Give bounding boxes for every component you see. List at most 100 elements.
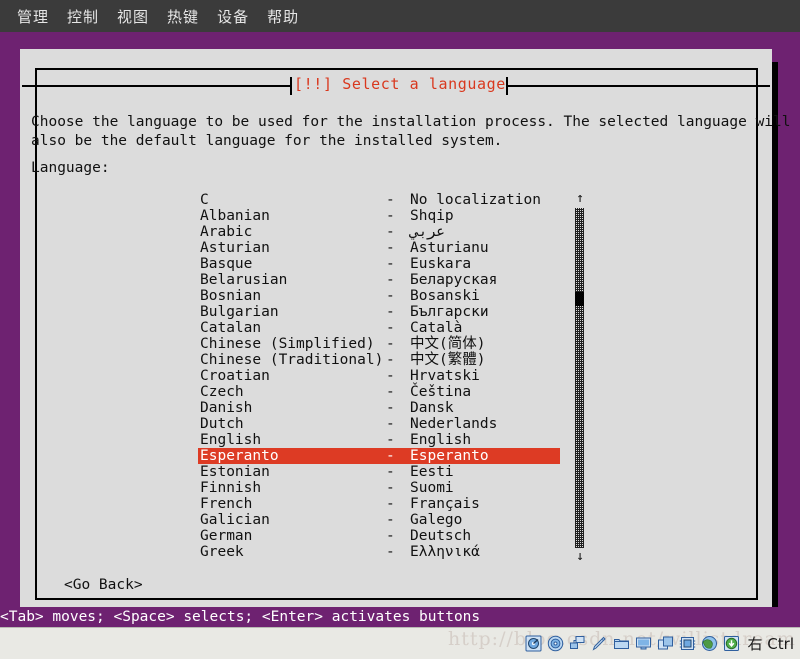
language-name: Dutch: [200, 416, 244, 432]
language-list-item[interactable]: Galician -Galego: [198, 512, 560, 528]
menu-item-help[interactable]: 帮助: [258, 4, 308, 29]
language-separator: -: [386, 416, 395, 432]
language-list-item[interactable]: Basque-Euskara: [198, 256, 560, 272]
language-list-item[interactable]: Czech -Čeština: [198, 384, 560, 400]
language-separator: -: [386, 368, 395, 384]
language-native-name: Euskara: [410, 256, 471, 272]
language-name: English: [200, 432, 261, 448]
scroll-up-arrow-icon[interactable]: ↑: [572, 192, 588, 206]
language-name: Chinese (Simplified): [200, 336, 375, 352]
menu-item-control[interactable]: 控制: [58, 4, 108, 29]
language-list-item[interactable]: Croatian-Hrvatski: [198, 368, 560, 384]
language-list-item[interactable]: French-Français: [198, 496, 560, 512]
dialog-title: [!!] Select a language: [0, 75, 800, 93]
scroll-down-arrow-icon[interactable]: ↓: [572, 550, 588, 564]
language-list-item[interactable]: Danish-Dansk: [198, 400, 560, 416]
shared-folder-icon[interactable]: [613, 635, 630, 652]
language-name: Belarusian: [200, 272, 287, 288]
language-list[interactable]: C-No localizationAlbanian-ShqipArabic-عر…: [198, 192, 560, 560]
scrollbar-thumb[interactable]: [575, 292, 584, 306]
language-list-item[interactable]: Catalan-Català: [198, 320, 560, 336]
language-separator: -: [386, 208, 395, 224]
usb-icon[interactable]: [591, 635, 608, 652]
menu-item-devices[interactable]: 设备: [208, 4, 258, 29]
language-separator: -: [386, 384, 395, 400]
hard-disk-icon[interactable]: [525, 635, 542, 652]
network-icon[interactable]: [569, 635, 586, 652]
language-native-name: Ελληνικά: [410, 544, 480, 560]
language-name: Basque: [200, 256, 252, 272]
language-separator: -: [386, 288, 395, 304]
language-list-item[interactable]: Bosnian -Bosanski: [198, 288, 560, 304]
language-native-name: Eesti: [410, 464, 454, 480]
language-separator: -: [386, 320, 395, 336]
status-icon-group: [525, 635, 740, 652]
language-name: French: [200, 496, 252, 512]
language-list-item[interactable]: Esperanto-Esperanto: [198, 448, 560, 464]
language-name: Finnish: [200, 480, 261, 496]
language-list-item[interactable]: Belarusian-Беларуская: [198, 272, 560, 288]
language-native-name: Беларуская: [410, 272, 497, 288]
menu-item-view[interactable]: 视图: [108, 4, 158, 29]
capture-icon[interactable]: [723, 635, 740, 652]
language-name: Danish: [200, 400, 252, 416]
display-icon[interactable]: [635, 635, 652, 652]
language-name: Albanian: [200, 208, 270, 224]
language-name: Czech: [200, 384, 244, 400]
language-separator: -: [386, 544, 395, 560]
language-separator: -: [386, 304, 395, 320]
language-native-name: Bosanski: [410, 288, 480, 304]
language-separator: -: [386, 352, 395, 368]
language-native-name: Български: [410, 304, 489, 320]
language-name: Greek: [200, 544, 244, 560]
language-name: Arabic: [200, 224, 252, 240]
language-separator: -: [386, 528, 395, 544]
language-list-item[interactable]: Finnish-Suomi: [198, 480, 560, 496]
language-name: Chinese (Traditional): [200, 352, 383, 368]
language-list-item[interactable]: Chinese (Simplified)-中文(简体): [198, 336, 560, 352]
language-separator: -: [386, 512, 395, 528]
language-list-item[interactable]: English-English: [198, 432, 560, 448]
language-list-item[interactable]: Arabic-عربي: [198, 224, 560, 240]
language-name: Asturian: [200, 240, 270, 256]
language-separator: -: [386, 192, 395, 208]
language-name: Bosnian: [200, 288, 261, 304]
menu-item-hotkeys[interactable]: 热键: [158, 4, 208, 29]
language-list-item[interactable]: German-Deutsch: [198, 528, 560, 544]
language-native-name: Nederlands: [410, 416, 497, 432]
language-native-name: عربي: [410, 224, 445, 240]
language-list-item[interactable]: Dutch -Nederlands: [198, 416, 560, 432]
vm-menu-bar: 管理 控制 视图 热键 设备 帮助: [0, 0, 800, 32]
language-native-name: Galego: [410, 512, 462, 528]
language-list-item[interactable]: C-No localization: [198, 192, 560, 208]
language-native-name: 中文(简体): [410, 336, 485, 352]
vm-status-bar: 右 Ctrl: [0, 627, 800, 659]
language-native-name: Suomi: [410, 480, 454, 496]
language-native-name: Čeština: [410, 384, 471, 400]
language-name: Estonian: [200, 464, 270, 480]
language-list-item[interactable]: Greek -Ελληνικά: [198, 544, 560, 560]
language-native-name: Català: [410, 320, 462, 336]
language-list-item[interactable]: Asturian-Asturianu: [198, 240, 560, 256]
language-name: Galician: [200, 512, 270, 528]
remote-display-icon[interactable]: [657, 635, 674, 652]
language-list-scrollbar[interactable]: ↑ ↓: [572, 192, 588, 564]
language-native-name: English: [410, 432, 471, 448]
dialog-description: Choose the language to be used for the i…: [31, 113, 751, 151]
language-list-item[interactable]: Estonian-Eesti: [198, 464, 560, 480]
language-list-item[interactable]: Bulgarian-Български: [198, 304, 560, 320]
cpu-icon[interactable]: [679, 635, 696, 652]
optical-disk-icon[interactable]: [547, 635, 564, 652]
language-list-item[interactable]: Chinese (Traditional)-中文(繁體): [198, 352, 560, 368]
menu-item-manage[interactable]: 管理: [8, 4, 58, 29]
scrollbar-track[interactable]: [575, 208, 584, 548]
globe-icon[interactable]: [701, 635, 718, 652]
go-back-button[interactable]: <Go Back>: [64, 577, 143, 593]
language-name: German: [200, 528, 252, 544]
language-separator: -: [386, 240, 395, 256]
language-list-item[interactable]: Albanian-Shqip: [198, 208, 560, 224]
language-name: C: [200, 192, 209, 208]
installer-console: [!!] Select a language Choose the langua…: [0, 32, 800, 627]
language-native-name: 中文(繁體): [410, 352, 485, 368]
language-separator: -: [386, 400, 395, 416]
